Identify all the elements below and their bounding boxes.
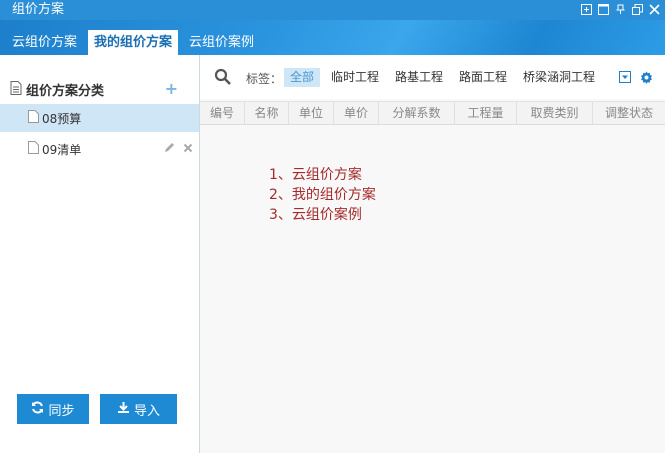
tag-temporary[interactable]: 临时工程: [325, 68, 385, 87]
tag-pavement[interactable]: 路面工程: [453, 68, 513, 87]
column-header[interactable]: 名称: [245, 102, 289, 124]
add-category-icon[interactable]: +: [165, 80, 178, 98]
category-sidebar: 组价方案分类 + 08预算 09清单 同步 导入: [0, 55, 200, 453]
tab-bar: 云组价方案 我的组价方案 云组价案例: [0, 20, 665, 55]
import-button[interactable]: 导入: [100, 394, 177, 424]
import-label: 导入: [133, 403, 160, 419]
gear-icon[interactable]: [640, 71, 653, 87]
category-item-label: 08预算: [42, 111, 82, 126]
tag-label: 标签：: [246, 72, 283, 86]
tab-cloud-plan[interactable]: 云组价方案: [6, 30, 83, 55]
table-header: 编号 名称 单位 单价 分解系数 工程量 取费类别 调整状态: [200, 101, 665, 125]
tag-toolbar: 标签： 全部 临时工程 路基工程 路面工程 桥梁涵洞工程: [200, 55, 665, 99]
maximize-icon[interactable]: [597, 3, 610, 16]
delete-icon[interactable]: [183, 142, 193, 157]
category-item[interactable]: 08预算: [0, 104, 199, 132]
file-icon: [28, 141, 39, 157]
column-header[interactable]: 调整状态: [593, 102, 665, 124]
refresh-icon: [31, 401, 44, 418]
category-header: 组价方案分类 +: [10, 80, 190, 99]
dropdown-icon[interactable]: [619, 71, 631, 86]
window-controls: [580, 3, 661, 16]
plan-panel: 标签： 全部 临时工程 路基工程 路面工程 桥梁涵洞工程 编号 名称 单位 单价…: [200, 55, 665, 453]
column-header[interactable]: 单价: [334, 102, 379, 124]
category-heading: 组价方案分类: [26, 83, 105, 99]
tab-cloud-case[interactable]: 云组价案例: [183, 30, 260, 55]
category-item-label: 09清单: [42, 142, 82, 157]
note-line: 2、我的组价方案: [269, 187, 376, 203]
file-icon: [28, 110, 39, 126]
sync-button[interactable]: 同步: [17, 394, 89, 424]
pin-icon[interactable]: [614, 3, 627, 16]
restore-icon[interactable]: [631, 3, 644, 16]
tag-bridge-culvert[interactable]: 桥梁涵洞工程: [517, 68, 601, 87]
close-icon[interactable]: [648, 3, 661, 16]
column-header[interactable]: 取费类别: [517, 102, 593, 124]
note-line: 3、云组价案例: [269, 207, 362, 223]
download-icon: [117, 401, 130, 418]
tag-subgrade[interactable]: 路基工程: [389, 68, 449, 87]
window-title: 组价方案: [12, 2, 65, 17]
note-line: 1、云组价方案: [269, 167, 362, 183]
category-item[interactable]: 09清单: [0, 135, 199, 163]
title-bar: 组价方案: [0, 0, 665, 20]
document-icon: [10, 80, 22, 98]
edit-icon[interactable]: [163, 142, 175, 157]
column-header[interactable]: 单位: [289, 102, 334, 124]
column-header[interactable]: 工程量: [455, 102, 517, 124]
item-actions: [163, 142, 193, 157]
add-window-icon[interactable]: [580, 3, 593, 16]
tag-all[interactable]: 全部: [284, 68, 321, 87]
column-header[interactable]: 编号: [200, 102, 245, 124]
notes: 1、云组价方案 2、我的组价方案 3、云组价案例: [269, 165, 376, 225]
search-icon[interactable]: [214, 68, 232, 89]
tab-my-plan[interactable]: 我的组价方案: [88, 30, 179, 55]
column-header[interactable]: 分解系数: [379, 102, 455, 124]
sync-label: 同步: [48, 403, 75, 419]
